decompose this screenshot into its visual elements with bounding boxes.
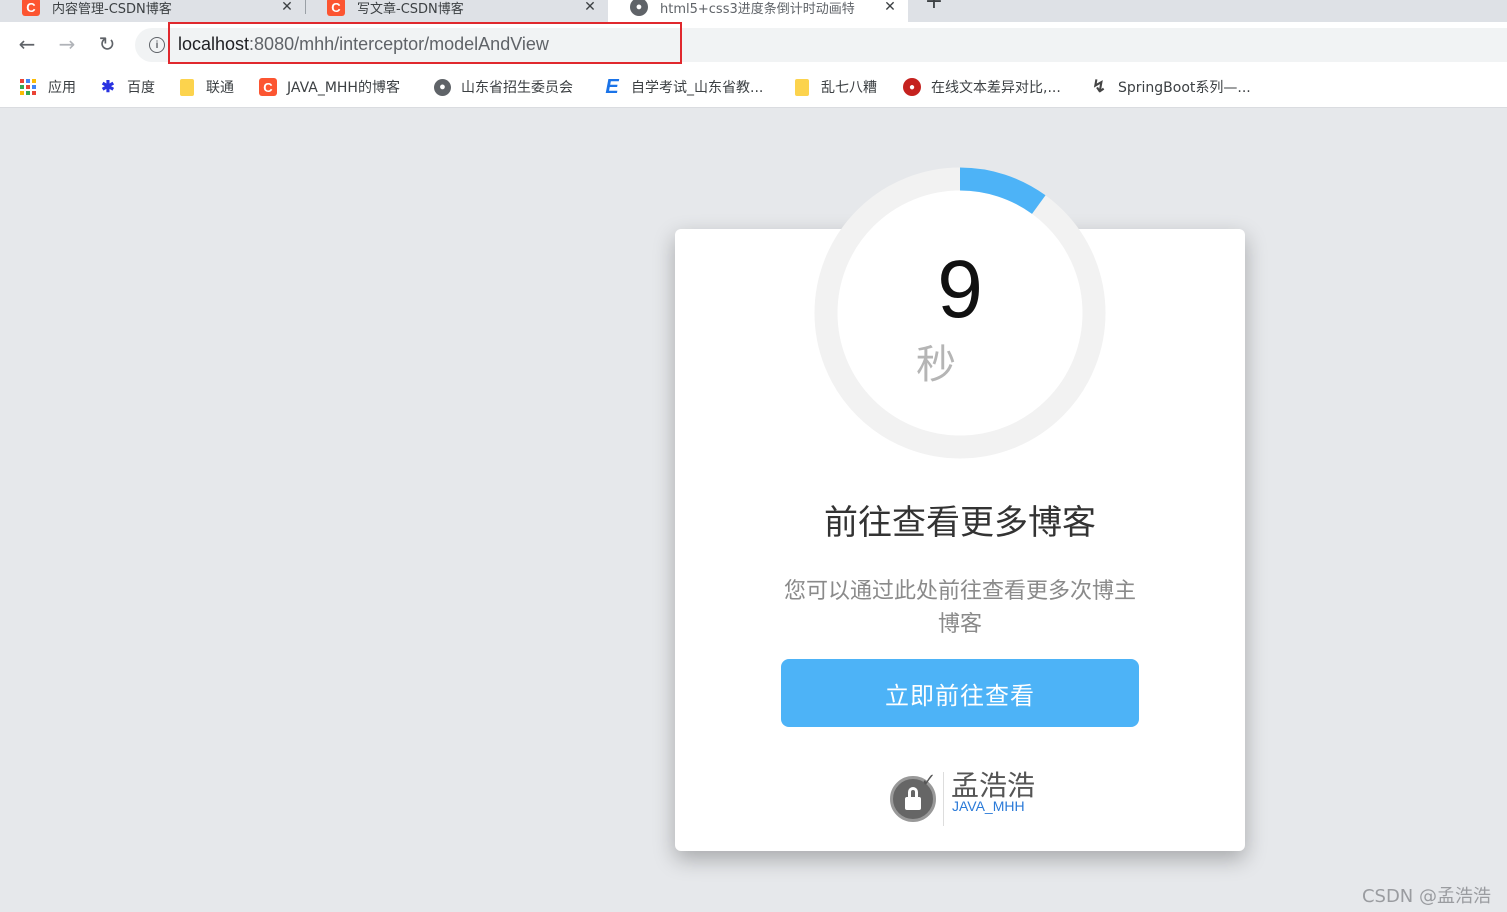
bookmark-liantong[interactable]: 联通 [178, 76, 234, 98]
bookmark-shandong-admissions[interactable]: ● 山东省招生委员会 [434, 76, 573, 98]
globe-icon: ● [434, 78, 451, 96]
url-highlight-box [168, 22, 682, 64]
globe-favicon-icon: ● [630, 0, 648, 16]
tab-title: html5+css3进度条倒计时动画特 [660, 1, 855, 17]
csdn-watermark: CSDN @孟浩浩 [1361, 886, 1491, 907]
author-logo: ✓ 孟浩浩 JAVA_MHH [890, 770, 1050, 830]
close-tab-icon[interactable]: ✕ [279, 0, 295, 15]
card-description: 您可以通过此处前往查看更多次博主博客 [783, 579, 1136, 637]
spring-icon: ↯ [1091, 77, 1107, 96]
folder-icon [795, 78, 809, 96]
bookmark-label: JAVA_MHH的博客 [287, 80, 400, 96]
bookmark-self-study-exam[interactable]: E 自学考试_山东省教... [603, 76, 763, 98]
new-tab-button[interactable]: + [922, 0, 946, 14]
csdn-icon: C [259, 78, 277, 96]
logo-subtitle: JAVA_MHH [952, 798, 1025, 814]
baidu-paw-icon: ✱ [101, 79, 115, 96]
browser-toolbar: ← → ↻ i localhost:8080/mhh/interceptor/m… [0, 22, 1507, 66]
tab-write-article[interactable]: C 写文章-CSDN博客 ✕ [305, 0, 608, 22]
tab-active-countdown[interactable]: ● html5+css3进度条倒计时动画特 ✕ [608, 0, 908, 22]
reload-icon[interactable]: ↻ [95, 32, 119, 56]
bookmark-label: 山东省招生委员会 [461, 80, 573, 96]
back-arrow-icon[interactable]: ← [15, 32, 39, 56]
tab-title: 写文章-CSDN博客 [357, 1, 464, 17]
apps-icon [20, 79, 36, 95]
folder-icon [180, 78, 194, 96]
bookmarks-bar: 应用 ✱ 百度 联通 C JAVA_MHH的博客 ● 山东省招生委员会 E 自学… [0, 66, 1507, 108]
close-tab-icon[interactable]: ✕ [582, 0, 598, 15]
bookmark-label: 在线文本差异对比,... [931, 80, 1061, 96]
bookmark-label: SpringBoot系列—... [1118, 80, 1251, 96]
forward-arrow-icon[interactable]: → [55, 32, 79, 56]
bookmark-label: 应用 [48, 80, 76, 96]
csdn-favicon-icon: C [327, 0, 345, 16]
logo-divider [943, 772, 944, 826]
tab-title: 内容管理-CSDN博客 [52, 1, 172, 17]
countdown-unit: 秒 [916, 342, 956, 388]
bookmark-apps[interactable]: 应用 [20, 76, 76, 98]
site-info-icon[interactable]: i [149, 37, 165, 53]
red-circle-icon: ● [903, 78, 921, 96]
bookmark-label: 自学考试_山东省教... [631, 80, 764, 96]
checkmark-icon: ✓ [921, 770, 937, 791]
card-heading: 前往查看更多博客 [824, 503, 1096, 543]
bookmark-baidu[interactable]: ✱ 百度 [99, 76, 155, 98]
tab-strip: C 内容管理-CSDN博客 ✕ C 写文章-CSDN博客 ✕ ● html5+c… [0, 0, 1507, 22]
bookmark-java-mhh-blog[interactable]: C JAVA_MHH的博客 [259, 76, 400, 98]
go-now-button[interactable]: 立即前往查看 [781, 659, 1139, 727]
bookmark-springboot-series[interactable]: ↯ SpringBoot系列—... [1090, 76, 1251, 98]
bookmark-label: 联通 [206, 80, 234, 96]
close-tab-icon[interactable]: ✕ [882, 0, 898, 15]
countdown-number: 9 [937, 244, 983, 335]
e-icon: E [605, 75, 619, 98]
bookmark-text-diff[interactable]: ● 在线文本差异对比,... [903, 76, 1061, 98]
bookmark-label: 百度 [127, 80, 155, 96]
bookmark-misc[interactable]: 乱七八糟 [793, 76, 877, 98]
tab-content-management[interactable]: C 内容管理-CSDN博客 ✕ [0, 0, 305, 22]
bookmark-label: 乱七八糟 [821, 80, 877, 96]
csdn-favicon-icon: C [22, 0, 40, 16]
